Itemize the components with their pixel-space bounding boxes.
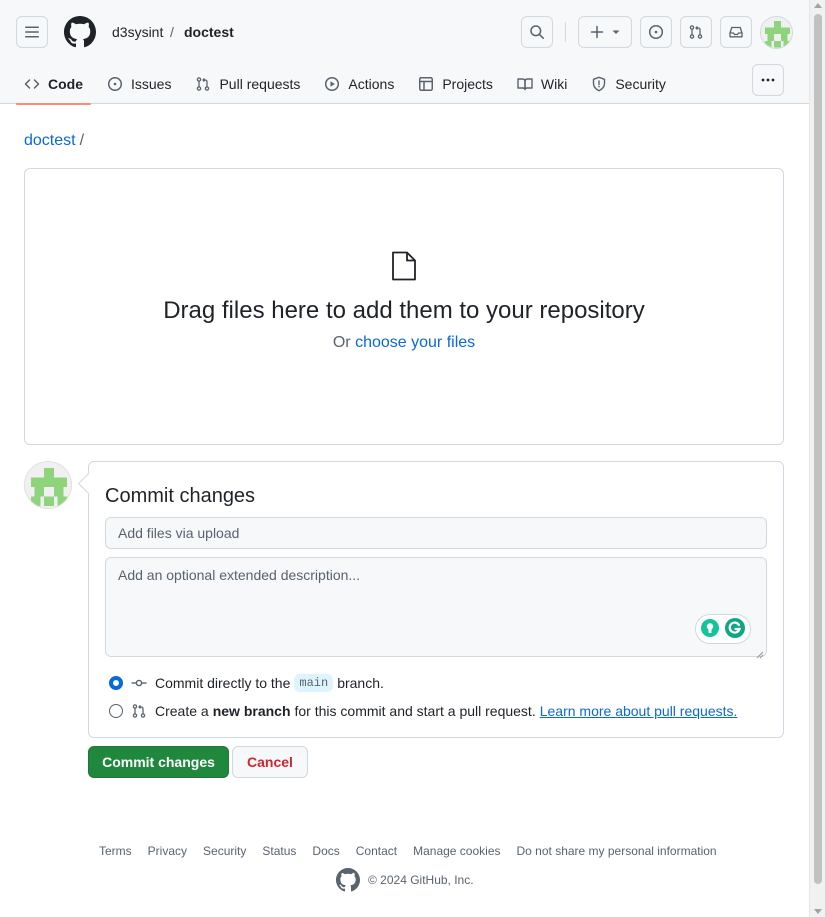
commit-author-avatar[interactable] bbox=[24, 461, 72, 509]
tab-security[interactable]: Security bbox=[583, 64, 674, 104]
commit-new-suffix: for this commit and start a pull request… bbox=[294, 703, 536, 719]
commit-new-branch-radio[interactable] bbox=[109, 704, 123, 718]
tab-actions-label: Actions bbox=[348, 76, 395, 92]
resize-grip-icon[interactable] bbox=[756, 646, 764, 659]
tab-issues[interactable]: Issues bbox=[99, 64, 179, 104]
footer-link-security[interactable]: Security bbox=[203, 844, 246, 858]
commit-changes-button[interactable]: Commit changes bbox=[88, 746, 229, 778]
triangle-down-icon bbox=[611, 27, 621, 37]
shield-icon bbox=[591, 76, 607, 92]
cancel-button[interactable]: Cancel bbox=[232, 746, 308, 778]
plus-icon bbox=[589, 24, 605, 40]
commit-form: Commit changes Commit directly to the ma… bbox=[88, 461, 784, 738]
breadcrumb-separator: / bbox=[79, 132, 85, 149]
tab-wiki[interactable]: Wiki bbox=[509, 64, 575, 104]
tab-wiki-label: Wiki bbox=[540, 76, 568, 92]
commit-direct-option[interactable]: Commit directly to the main branch. bbox=[109, 674, 384, 692]
git-pull-request-icon bbox=[688, 24, 704, 40]
copyright-text: © 2024 GitHub, Inc. bbox=[368, 873, 474, 887]
issue-opened-icon bbox=[648, 24, 664, 40]
footer-link-privacy[interactable]: Privacy bbox=[148, 844, 187, 858]
breadcrumb: doctest / bbox=[24, 131, 84, 151]
footer-copyright: © 2024 GitHub, Inc. bbox=[336, 868, 474, 892]
commit-new-branch-option[interactable]: Create a new branch for this commit and … bbox=[109, 703, 737, 719]
tab-pull-requests[interactable]: Pull requests bbox=[187, 64, 308, 104]
github-mark-icon[interactable] bbox=[336, 868, 360, 892]
repo-nav: Code Issues Pull requests Actions Projec… bbox=[16, 64, 682, 105]
footer-link-terms[interactable]: Terms bbox=[99, 844, 132, 858]
book-icon bbox=[517, 76, 533, 92]
commit-form-title: Commit changes bbox=[105, 485, 256, 507]
tab-actions[interactable]: Actions bbox=[316, 64, 402, 104]
search-icon bbox=[529, 24, 545, 40]
create-new-button[interactable] bbox=[578, 16, 632, 48]
more-tabs-button[interactable] bbox=[752, 64, 784, 96]
scroll-up-arrow-icon[interactable] bbox=[814, 3, 822, 8]
repo-link[interactable]: doctest bbox=[184, 24, 234, 40]
scrollbar-thumb[interactable] bbox=[814, 14, 822, 884]
footer-link-contact[interactable]: Contact bbox=[356, 844, 397, 858]
dropzone-or-text: Or bbox=[332, 334, 351, 351]
choose-files-link[interactable]: choose your files bbox=[355, 334, 475, 351]
git-commit-icon bbox=[131, 675, 147, 691]
footer-link-status[interactable]: Status bbox=[262, 844, 296, 858]
pull-request-icon bbox=[195, 76, 211, 92]
commit-summary-input[interactable] bbox=[105, 517, 767, 549]
inbox-button[interactable] bbox=[720, 16, 752, 48]
file-icon bbox=[391, 251, 417, 281]
inbox-icon bbox=[728, 24, 744, 40]
code-icon bbox=[24, 76, 40, 92]
user-avatar[interactable] bbox=[760, 16, 793, 49]
git-pull-request-icon bbox=[131, 703, 147, 719]
commit-new-bold: new branch bbox=[212, 703, 291, 719]
commit-new-prefix: Create a bbox=[155, 703, 209, 719]
play-icon bbox=[324, 76, 340, 92]
owner-link[interactable]: d3sysint bbox=[112, 24, 163, 40]
file-dropzone[interactable]: Drag files here to add them to your repo… bbox=[24, 168, 784, 445]
tab-projects-label: Projects bbox=[442, 76, 493, 92]
issues-button[interactable] bbox=[640, 16, 672, 48]
tab-projects[interactable]: Projects bbox=[410, 64, 501, 104]
header-separator: / bbox=[170, 24, 174, 40]
dropzone-subtitle: Or choose your files bbox=[25, 334, 783, 352]
learn-more-link[interactable]: Learn more about pull requests. bbox=[540, 703, 738, 719]
app-header: d3sysint / doctest Code Issues Pull requ… bbox=[0, 0, 809, 105]
issue-icon bbox=[107, 76, 123, 92]
page-scrollbar[interactable] bbox=[809, 0, 825, 917]
commit-direct-prefix: Commit directly to the bbox=[155, 675, 291, 691]
kebab-horizontal-icon bbox=[760, 72, 776, 88]
dropzone-title: Drag files here to add them to your repo… bbox=[163, 297, 645, 324]
branch-name-badge: main bbox=[294, 674, 334, 692]
tab-code[interactable]: Code bbox=[16, 64, 91, 105]
grammarly-icon bbox=[724, 617, 746, 642]
tab-security-label: Security bbox=[615, 76, 666, 92]
footer-links: Terms Privacy Security Status Docs Conta… bbox=[99, 844, 717, 858]
scroll-down-arrow-icon[interactable] bbox=[814, 909, 822, 914]
menu-button[interactable] bbox=[16, 16, 48, 48]
footer-link-docs[interactable]: Docs bbox=[312, 844, 339, 858]
tab-code-label: Code bbox=[48, 76, 83, 92]
tab-pull-requests-label: Pull requests bbox=[219, 76, 301, 92]
table-icon bbox=[418, 76, 434, 92]
github-logo-icon[interactable] bbox=[64, 16, 96, 48]
header-divider bbox=[565, 22, 566, 42]
footer-link-manage-cookies[interactable]: Manage cookies bbox=[413, 844, 500, 858]
lightbulb-icon bbox=[700, 618, 720, 641]
grammarly-widget[interactable] bbox=[695, 614, 751, 644]
commit-direct-suffix: branch. bbox=[337, 675, 384, 691]
search-button[interactable] bbox=[521, 16, 553, 48]
tab-issues-label: Issues bbox=[131, 76, 172, 92]
commit-description-input[interactable] bbox=[105, 557, 767, 657]
commit-direct-radio[interactable] bbox=[109, 676, 123, 690]
hamburger-icon bbox=[24, 24, 40, 40]
breadcrumb-repo-link[interactable]: doctest bbox=[24, 132, 76, 149]
footer-link-do-not-share[interactable]: Do not share my personal information bbox=[517, 844, 717, 858]
pull-requests-button[interactable] bbox=[680, 16, 712, 48]
